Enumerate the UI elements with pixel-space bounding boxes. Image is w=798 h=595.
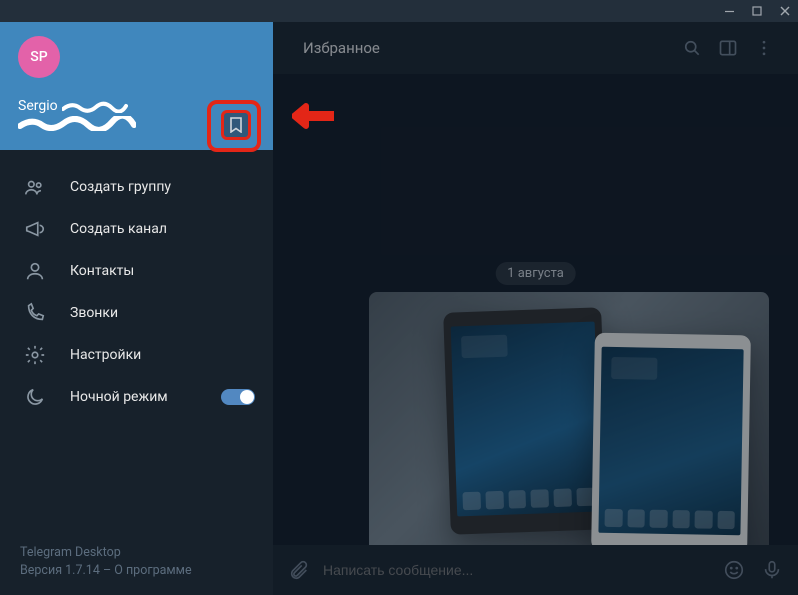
redaction-mark	[18, 116, 136, 131]
maximize-button[interactable]	[750, 6, 764, 16]
search-button[interactable]	[674, 38, 710, 58]
moon-icon	[24, 386, 46, 408]
menu-night-mode[interactable]: Ночной режим	[0, 376, 273, 418]
window-titlebar	[0, 0, 798, 22]
voice-button[interactable]	[758, 559, 786, 581]
avatar: SP	[18, 36, 60, 78]
more-button[interactable]	[746, 38, 782, 58]
message-image[interactable]	[369, 292, 769, 545]
menu-contacts[interactable]: Контакты	[0, 250, 273, 292]
search-icon	[682, 38, 702, 58]
menu-list: Создать группу Создать канал Контакты Зв…	[0, 150, 273, 532]
menu-create-channel[interactable]: Создать канал	[0, 208, 273, 250]
emoji-button[interactable]	[720, 559, 748, 581]
megaphone-icon	[24, 218, 46, 240]
gear-icon	[24, 344, 46, 366]
about-link[interactable]: О программе	[114, 563, 191, 578]
menu-label: Ночной режим	[70, 389, 168, 405]
date-badge: 1 августа	[495, 262, 576, 285]
menu-label: Создать группу	[70, 179, 171, 195]
app-name: Telegram Desktop	[20, 544, 253, 563]
menu-create-group[interactable]: Создать группу	[0, 166, 273, 208]
paperclip-icon	[288, 559, 310, 581]
attach-button[interactable]	[285, 559, 313, 581]
bookmark-icon	[229, 117, 243, 133]
minimize-button[interactable]	[722, 6, 736, 17]
menu-settings[interactable]: Настройки	[0, 334, 273, 376]
menu-calls[interactable]: Звонки	[0, 292, 273, 334]
chat-title[interactable]: Избранное	[289, 39, 674, 57]
menu-label: Звонки	[70, 305, 118, 321]
microphone-icon	[761, 559, 783, 581]
menu-label: Создать канал	[70, 221, 167, 237]
chat-body[interactable]: 1 августа	[273, 74, 798, 545]
saved-messages-button[interactable]	[221, 110, 251, 140]
sidebar-footer: Telegram Desktop Версия 1.7.14 – О прогр…	[0, 532, 273, 595]
version-line: Версия 1.7.14 – О программе	[20, 562, 253, 581]
tablet-illustration	[591, 333, 751, 545]
panel-icon	[718, 38, 738, 58]
message-input[interactable]	[323, 562, 710, 578]
menu-label: Контакты	[70, 263, 134, 279]
smile-icon	[723, 559, 745, 581]
redaction-mark	[62, 100, 128, 113]
tablet-illustration	[443, 307, 609, 534]
chat-panel: Избранное 1 августа	[273, 22, 798, 595]
menu-label: Настройки	[70, 347, 141, 363]
group-icon	[24, 176, 46, 198]
side-panel-button[interactable]	[710, 38, 746, 58]
chat-header: Избранное	[273, 22, 798, 74]
phone-icon	[24, 302, 46, 324]
compose-bar	[273, 545, 798, 595]
sidebar-menu: SP Sergio Создать группу Создать канал	[0, 22, 273, 595]
night-mode-toggle[interactable]	[221, 389, 255, 405]
close-button[interactable]	[778, 6, 792, 16]
more-vertical-icon	[754, 38, 774, 58]
person-icon	[24, 260, 46, 282]
profile-header[interactable]: SP Sergio	[0, 22, 273, 150]
